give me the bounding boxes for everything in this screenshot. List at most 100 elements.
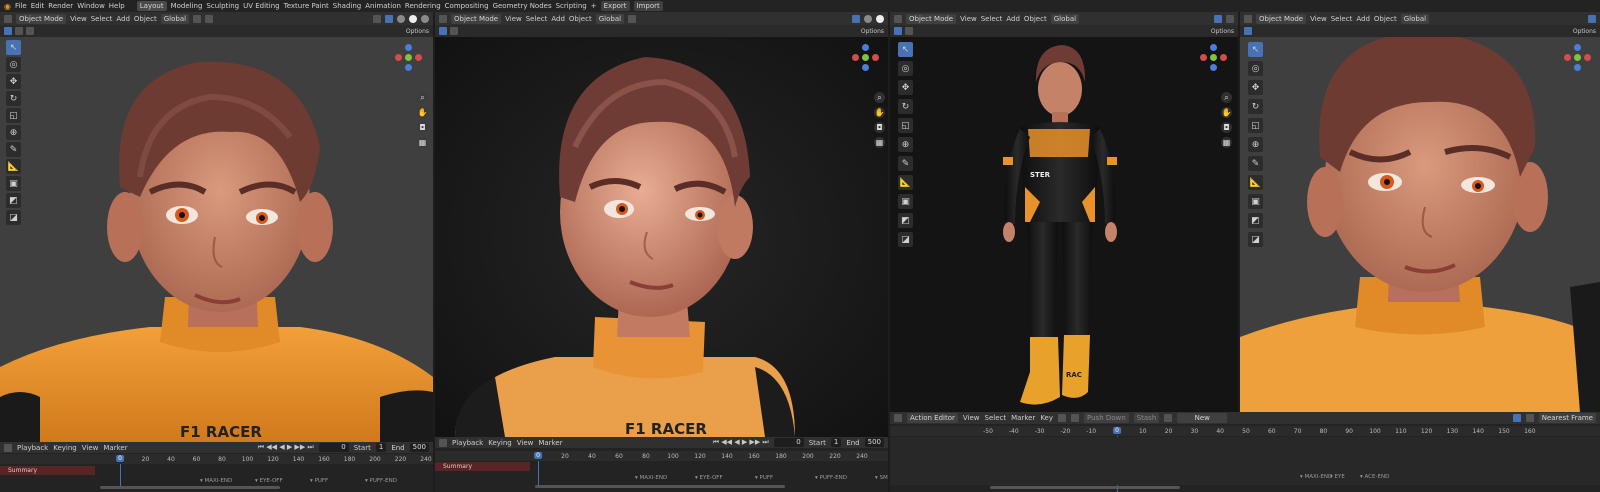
select-box-tool-icon[interactable]: ↖: [6, 40, 21, 55]
axis-y-icon[interactable]: [1574, 54, 1581, 61]
menu-playback[interactable]: Playback: [452, 439, 483, 447]
timeline-ruler-1[interactable]: 0204060801001201401601802002202400: [0, 454, 433, 488]
editor-type-icon[interactable]: [894, 414, 902, 422]
camera-icon[interactable]: ◘: [874, 122, 885, 133]
playback-controls[interactable]: ⏮ ◀◀ ◀ ▶ ▶▶ ⏭: [713, 438, 769, 447]
rotate-tool-icon[interactable]: ↻: [898, 99, 913, 114]
menu-object[interactable]: Object: [1024, 15, 1047, 23]
axis-gizmo-4[interactable]: [1562, 42, 1592, 72]
axis-gizmo-3[interactable]: [1198, 42, 1228, 72]
snap-icon[interactable]: [628, 14, 637, 23]
transform-orientation-select[interactable]: Global: [1050, 13, 1080, 24]
action-browse-icon[interactable]: [1164, 414, 1173, 422]
transform-orientation-select[interactable]: Global: [160, 13, 190, 24]
add-cube-tool-icon[interactable]: ▣: [1248, 194, 1263, 209]
axis-neg-z-icon[interactable]: [1210, 64, 1217, 71]
axis-y-icon[interactable]: [862, 54, 869, 61]
timeline-marker[interactable]: ▾ PUFF: [310, 478, 328, 484]
axis-gizmo-2[interactable]: [850, 42, 880, 72]
menu-select[interactable]: Select: [985, 414, 1007, 422]
timeline-marker[interactable]: ▾ EYE-OFF: [255, 478, 283, 484]
menu-add[interactable]: Add: [1006, 15, 1020, 23]
menu-marker[interactable]: Marker: [1011, 414, 1035, 422]
options-button[interactable]: Options: [861, 28, 884, 35]
move-tool-icon[interactable]: ✥: [6, 74, 21, 89]
menu-view[interactable]: View: [82, 444, 99, 452]
measure-tool-icon[interactable]: 📐: [898, 175, 913, 190]
menu-view[interactable]: View: [70, 15, 87, 23]
options-button[interactable]: Options: [1211, 28, 1234, 35]
select-mode-icon[interactable]: [4, 27, 12, 35]
pan-hand-icon[interactable]: ✋: [417, 107, 428, 118]
editor-type-icon[interactable]: [894, 14, 902, 23]
editor-type-icon[interactable]: [4, 14, 12, 23]
shading-solid-icon[interactable]: [397, 14, 405, 23]
character-render-1[interactable]: F1 RACER: [0, 37, 433, 442]
axis-neg-x-icon[interactable]: [415, 54, 422, 61]
shading-rendered-icon[interactable]: [876, 14, 884, 23]
axis-z-icon[interactable]: [405, 44, 412, 51]
playback-controls[interactable]: ⏮ ◀◀ ◀ ▶ ▶▶ ⏭: [258, 443, 314, 452]
workspace-tab-uv-editing[interactable]: UV Editing: [243, 2, 280, 10]
summary-channel-1[interactable]: Summary: [0, 466, 95, 475]
ortho-grid-icon[interactable]: ▦: [417, 137, 428, 148]
axis-y-icon[interactable]: [1210, 54, 1217, 61]
timeline-marker[interactable]: ▾ ACE-END: [1360, 474, 1389, 480]
stash-button[interactable]: Stash: [1133, 413, 1160, 423]
push-down-button[interactable]: Push Down: [1084, 413, 1129, 423]
rotate-tool-icon[interactable]: ↻: [1248, 99, 1263, 114]
workspace-tab-compositing[interactable]: Compositing: [445, 2, 489, 10]
add-cube-tool-icon[interactable]: ▣: [898, 194, 913, 209]
menu-object[interactable]: Object: [1374, 15, 1397, 23]
axis-z-icon[interactable]: [862, 44, 869, 51]
character-render-4[interactable]: [1240, 37, 1600, 412]
overlay-toggle-icon[interactable]: [852, 14, 860, 23]
workspace-tab-sculpting[interactable]: Sculpting: [206, 2, 239, 10]
select-mode-icon[interactable]: [439, 27, 447, 35]
transform-tool-icon[interactable]: ⊕: [898, 137, 913, 152]
measure-tool-icon[interactable]: 📐: [1248, 175, 1263, 190]
playhead-frame-label[interactable]: 0: [116, 455, 124, 462]
export-button[interactable]: Export: [600, 1, 630, 11]
select-mode-icon[interactable]: [1244, 27, 1252, 35]
summary-channel-2[interactable]: Summary: [435, 462, 530, 471]
axis-gizmo-1[interactable]: [393, 42, 423, 72]
menu-object[interactable]: Object: [134, 15, 157, 23]
annotate-tool-icon[interactable]: ✎: [898, 156, 913, 171]
current-frame-field[interactable]: 0: [318, 443, 349, 452]
overlay-toggle-icon[interactable]: [385, 14, 393, 23]
menu-select[interactable]: Select: [1331, 15, 1353, 23]
select-extend-icon[interactable]: [15, 27, 23, 35]
menu-view[interactable]: View: [963, 414, 980, 422]
editor-type-icon[interactable]: [439, 438, 447, 447]
workspace-tab-layout[interactable]: Layout: [136, 1, 167, 11]
character-render-3[interactable]: STER RAC: [890, 37, 1238, 412]
start-frame-field[interactable]: 1: [830, 438, 842, 447]
mode-select[interactable]: Object Mode: [1256, 13, 1307, 24]
workspace-tab-animation[interactable]: Animation: [365, 2, 401, 10]
filter-icon[interactable]: [1525, 414, 1534, 422]
menu-add[interactable]: Add: [1356, 15, 1370, 23]
rotate-tool-icon[interactable]: ↻: [6, 91, 21, 106]
transform-orientation-select[interactable]: Global: [595, 13, 625, 24]
menu-file[interactable]: File: [15, 2, 27, 10]
timeline-ruler-2[interactable]: 0204060801001201401601802002202400: [435, 451, 888, 487]
workspace-tab-modeling[interactable]: Modeling: [171, 2, 203, 10]
import-button[interactable]: Import: [633, 1, 663, 11]
bevel-tool-icon[interactable]: ◩: [898, 213, 913, 228]
timeline-marker[interactable]: ▾ PUFF: [755, 475, 773, 481]
timeline-marker[interactable]: ▾ SM: [875, 475, 888, 481]
timeline-marker[interactable]: ▾ EYE-OFF: [695, 475, 723, 481]
menu-window[interactable]: Window: [77, 2, 105, 10]
workspace-tab-rendering[interactable]: Rendering: [405, 2, 441, 10]
menu-view[interactable]: View: [1310, 15, 1327, 23]
workspace-tab-shading[interactable]: Shading: [333, 2, 361, 10]
menu-view[interactable]: View: [960, 15, 977, 23]
camera-icon[interactable]: ◘: [1221, 122, 1232, 133]
menu-keying[interactable]: Keying: [53, 444, 77, 452]
xray-toggle-icon[interactable]: [1226, 14, 1234, 23]
annotate-tool-icon[interactable]: ✎: [6, 142, 21, 157]
annotate-tool-icon[interactable]: ✎: [1248, 156, 1263, 171]
axis-z-icon[interactable]: [1210, 44, 1217, 51]
menu-select[interactable]: Select: [981, 15, 1003, 23]
